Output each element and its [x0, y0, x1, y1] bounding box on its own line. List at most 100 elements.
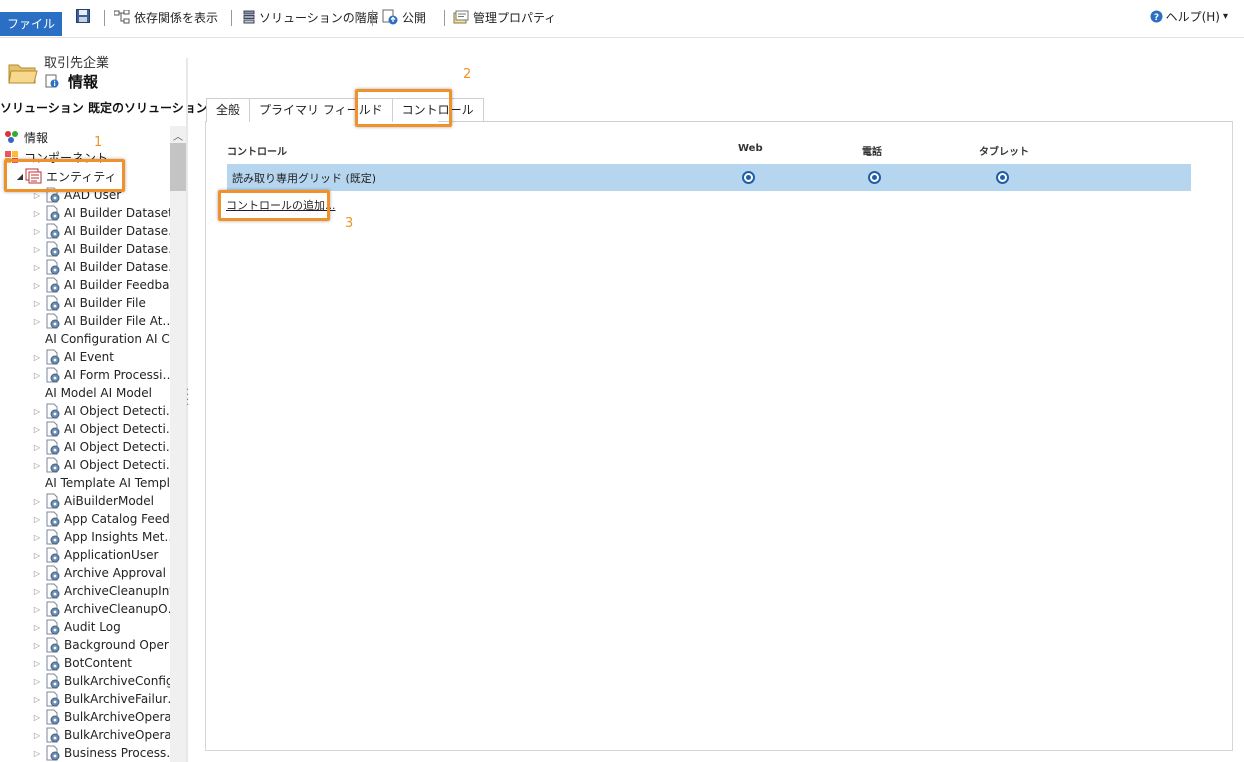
- tree-item-entity[interactable]: ▷ AI Builder Dataset: [32, 204, 170, 222]
- tree-item-label: AI Model AI Model: [45, 386, 152, 400]
- solution-layers-label: ソリューションの階層: [259, 10, 379, 25]
- expand-arrow-icon[interactable]: ▷: [32, 731, 42, 740]
- tree-item-entity[interactable]: ▷ BulkArchiveFailur…: [32, 690, 170, 708]
- tree-scrollbar[interactable]: [170, 126, 186, 762]
- publish-button[interactable]: 公開: [382, 8, 426, 26]
- tree-item-info[interactable]: 情報: [4, 128, 48, 146]
- splitter-grip-icon[interactable]: · · · ·: [186, 386, 189, 411]
- tree-item-entity[interactable]: ▷ AiBuilderModel: [32, 492, 154, 510]
- expand-arrow-icon[interactable]: ▷: [32, 353, 42, 362]
- expand-arrow-icon[interactable]: ▷: [32, 695, 42, 704]
- callout-number: 3: [345, 216, 354, 231]
- tree-item-entity[interactable]: ▷ Audit Log: [32, 618, 121, 636]
- tree-item-entity[interactable]: ▷ AI Builder Datase…: [32, 240, 170, 258]
- tree-item-entity[interactable]: ▷ AI Form Processi…: [32, 366, 170, 384]
- tree-item-entity[interactable]: ▷ BulkArchiveConfig: [32, 672, 170, 690]
- expand-arrow-icon[interactable]: ▷: [32, 299, 42, 308]
- toolbar-separator: [231, 10, 232, 26]
- expand-arrow-icon[interactable]: ▷: [32, 227, 42, 236]
- solution-layers-button[interactable]: ソリューションの階層: [243, 8, 379, 26]
- expand-arrow-icon[interactable]: ▷: [32, 245, 42, 254]
- entity-icon: [46, 259, 60, 275]
- tablet-radio[interactable]: [996, 171, 1009, 184]
- phone-radio[interactable]: [868, 171, 881, 184]
- expand-arrow-icon[interactable]: ▷: [32, 209, 42, 218]
- tree-item-entity[interactable]: ▷ AI Object Detecti…: [32, 420, 170, 438]
- help-menu[interactable]: ? ヘルプ(H) ▾: [1150, 8, 1228, 25]
- expand-arrow-icon[interactable]: ▷: [32, 677, 42, 686]
- tree-item-entity[interactable]: ▷ ApplicationUser: [32, 546, 158, 564]
- tree-item-entity[interactable]: ▷ AI Builder File: [32, 294, 146, 312]
- column-header-tablet: タブレット: [979, 147, 1029, 158]
- expand-arrow-icon[interactable]: ▷: [32, 659, 42, 668]
- entity-icon: [46, 709, 60, 725]
- tab-general[interactable]: 全般: [206, 98, 251, 122]
- managed-properties-button[interactable]: 管理プロパティ: [453, 8, 556, 26]
- expand-arrow-icon[interactable]: ▷: [32, 569, 42, 578]
- tree-item-label: AI Configuration AI C…: [45, 332, 170, 346]
- expand-arrow-icon[interactable]: ▷: [32, 263, 42, 272]
- tree-item-entity[interactable]: ▷ BulkArchiveOpera…: [32, 708, 170, 726]
- web-radio[interactable]: [742, 171, 755, 184]
- solution-label: ソリューション 既定のソリューション: [0, 101, 208, 115]
- tree-item-entity[interactable]: AI Configuration AI C…: [45, 330, 170, 348]
- expand-arrow-icon[interactable]: ▷: [32, 371, 42, 380]
- show-dependencies-button[interactable]: 依存関係を表示: [114, 8, 218, 26]
- tree-item-entity[interactable]: ▷ Background Oper…: [32, 636, 170, 654]
- entity-icon: [46, 583, 60, 599]
- expand-arrow-icon[interactable]: ▷: [32, 317, 42, 326]
- expand-arrow-icon[interactable]: ▷: [32, 443, 42, 452]
- expand-arrow-icon[interactable]: ▷: [32, 461, 42, 470]
- save-icon[interactable]: [76, 9, 90, 23]
- tree-item-entity[interactable]: ▷ Archive Approval: [32, 564, 166, 582]
- expand-arrow-icon[interactable]: ▷: [32, 497, 42, 506]
- tree-item-label: AI Template AI Templ…: [45, 476, 170, 490]
- tree-item-entity[interactable]: ▷ AI Object Detecti…: [32, 438, 170, 456]
- entity-icon: [46, 439, 60, 455]
- entity-icon: [46, 601, 60, 617]
- tree-item-entity[interactable]: ▷ BotContent: [32, 654, 132, 672]
- tree-item-entity[interactable]: ▷ App Catalog Feed…: [32, 510, 170, 528]
- publish-label: 公開: [402, 10, 427, 25]
- tree-item-entity[interactable]: ▷ AI Builder File At…: [32, 312, 170, 330]
- tree-item-entity[interactable]: ▷ AI Object Detecti…: [32, 456, 170, 474]
- expand-arrow-icon[interactable]: ▷: [32, 641, 42, 650]
- entity-icon: [46, 745, 60, 761]
- tree-item-label: BulkArchiveOpera…: [64, 710, 170, 724]
- tree-item-entity[interactable]: ▷ AI Builder Datase…: [32, 258, 170, 276]
- tree-item-label: AI Builder Datase…: [64, 224, 170, 238]
- tree-scrollbar-thumb[interactable]: [170, 143, 186, 191]
- tree-item-entity[interactable]: ▷ ArchiveCleanupInfo: [32, 582, 170, 600]
- tree-item-label: Audit Log: [64, 620, 121, 634]
- file-button[interactable]: ファイル: [0, 12, 62, 36]
- expand-arrow-icon[interactable]: ▷: [32, 713, 42, 722]
- tree-item-entity[interactable]: AI Model AI Model: [45, 384, 152, 402]
- expand-arrow-icon[interactable]: ▷: [32, 533, 42, 542]
- tree-item-entity[interactable]: ▷ BulkArchiveOpera…: [32, 726, 170, 744]
- expand-arrow-icon[interactable]: ▷: [32, 515, 42, 524]
- tree-item-entity[interactable]: AI Template AI Templ…: [45, 474, 170, 492]
- tree-item-entity[interactable]: ▷ AI Builder Feedba…: [32, 276, 170, 294]
- expand-arrow-icon[interactable]: ▷: [32, 551, 42, 560]
- expand-arrow-icon[interactable]: ▷: [32, 407, 42, 416]
- entity-icon: [46, 493, 60, 509]
- expand-arrow-icon[interactable]: ▷: [32, 749, 42, 758]
- tree-item-entity[interactable]: ▷ ArchiveCleanupO…: [32, 600, 170, 618]
- expand-arrow-icon[interactable]: ▷: [32, 623, 42, 632]
- entity-icon: [46, 367, 60, 383]
- tree-item-entity[interactable]: ▷ AI Event: [32, 348, 114, 366]
- callout-box-add-control: [218, 190, 330, 221]
- show-dependencies-label: 依存関係を表示: [134, 10, 219, 25]
- expand-arrow-icon[interactable]: ▷: [32, 425, 42, 434]
- tree-item-entity[interactable]: ▷ AI Object Detecti…: [32, 402, 170, 420]
- tree-item-entity[interactable]: ▷ Business Process…: [32, 744, 170, 762]
- tree-item-entity[interactable]: ▷ App Insights Met…: [32, 528, 170, 546]
- entity-icon: [46, 205, 60, 221]
- expand-arrow-icon[interactable]: ▷: [32, 281, 42, 290]
- tree-item-entity[interactable]: ▷ AI Builder Datase…: [32, 222, 170, 240]
- callout-number: 2: [463, 67, 472, 82]
- toolbar-separator: [372, 10, 373, 26]
- chevron-up-icon[interactable]: ︿: [173, 128, 183, 143]
- expand-arrow-icon[interactable]: ▷: [32, 605, 42, 614]
- expand-arrow-icon[interactable]: ▷: [32, 587, 42, 596]
